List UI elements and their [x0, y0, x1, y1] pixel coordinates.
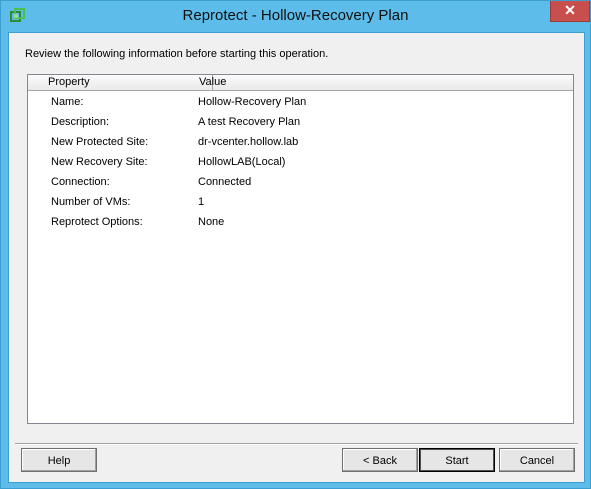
property-name: Description: [51, 116, 110, 128]
list-row[interactable]: New Recovery Site: HollowLAB(Local) [28, 152, 573, 172]
button-separator [15, 443, 578, 445]
list-row[interactable]: Number of VMs: 1 [28, 192, 573, 212]
list-row[interactable]: Name: Hollow-Recovery Plan [28, 92, 573, 112]
close-button[interactable]: ✕ [550, 1, 590, 22]
property-name: Name: [51, 96, 84, 108]
cancel-button[interactable]: Cancel [499, 448, 575, 472]
close-icon: ✕ [564, 2, 576, 18]
dialog-window: Reprotect - Hollow-Recovery Plan ✕ Revie… [0, 0, 591, 489]
list-row[interactable]: Description: A test Recovery Plan [28, 112, 573, 132]
property-value: 1 [198, 196, 205, 208]
list-row[interactable]: Reprotect Options: None [28, 212, 573, 232]
back-button[interactable]: < Back [342, 448, 418, 472]
window-title: Reprotect - Hollow-Recovery Plan [182, 7, 409, 24]
list-row[interactable]: New Protected Site: dr-vcenter.hollow.la… [28, 132, 573, 152]
property-value: Connected [198, 176, 252, 188]
title-bar[interactable]: Reprotect - Hollow-Recovery Plan ✕ [1, 1, 590, 31]
help-button[interactable]: Help [21, 448, 97, 472]
property-value: Hollow-Recovery Plan [198, 96, 307, 108]
column-header-property[interactable]: Property [28, 75, 213, 90]
property-name: Reprotect Options: [51, 216, 143, 228]
property-value: A test Recovery Plan [198, 116, 301, 128]
dialog-body: Review the following information before … [8, 32, 585, 483]
intro-text: Review the following information before … [25, 48, 329, 60]
summary-list[interactable]: Property Value Name: Hollow-Recovery Pla… [27, 74, 574, 424]
property-name: New Recovery Site: [51, 156, 148, 168]
list-header: Property Value [28, 75, 573, 91]
property-value: HollowLAB(Local) [198, 156, 286, 168]
property-name: New Protected Site: [51, 136, 149, 148]
column-header-value[interactable]: Value [194, 75, 226, 90]
property-name: Connection: [51, 176, 110, 188]
start-button[interactable]: Start [419, 448, 495, 472]
list-row[interactable]: Connection: Connected [28, 172, 573, 192]
property-value: None [198, 216, 225, 228]
property-name: Number of VMs: [51, 196, 131, 208]
property-value: dr-vcenter.hollow.lab [198, 136, 299, 148]
